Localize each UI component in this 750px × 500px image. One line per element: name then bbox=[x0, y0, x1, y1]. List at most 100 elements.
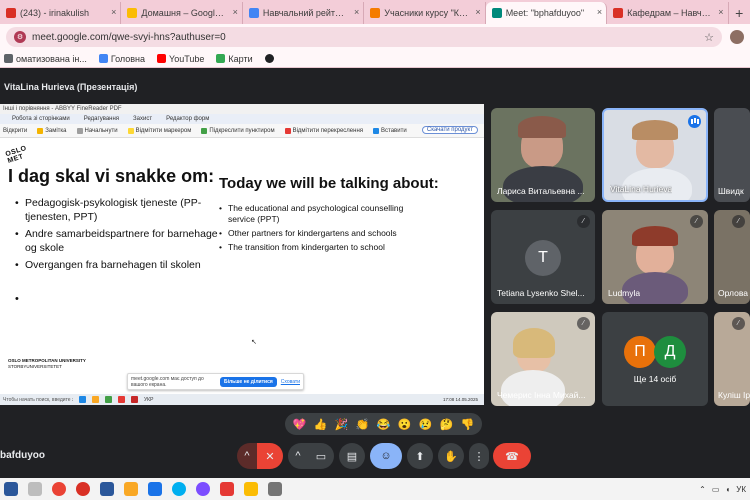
present-icon: ⬆ bbox=[415, 450, 425, 463]
thinking-reaction-icon[interactable]: 🤔 bbox=[437, 415, 456, 434]
address-bar[interactable]: ⚙ meet.google.com/qwe-svyi-hns?authuser=… bbox=[6, 27, 722, 47]
bookmark-automated[interactable]: оматизована ін... bbox=[4, 54, 87, 64]
toolbar-item: Підкреслити пунктиром bbox=[201, 127, 275, 134]
network-icon[interactable]: ▭ bbox=[712, 485, 720, 494]
bookmark-maps[interactable]: Карти bbox=[216, 53, 253, 64]
bookmark-star-icon[interactable]: ☆ bbox=[704, 31, 714, 44]
mic-toggle-button[interactable]: ✕ bbox=[257, 443, 283, 469]
viber-icon[interactable] bbox=[196, 482, 210, 496]
bookmark-icon bbox=[98, 54, 108, 63]
new-tab-button[interactable]: + bbox=[729, 2, 750, 24]
hide-notice-link[interactable]: Сховати bbox=[281, 379, 300, 385]
browser-tab-youtube[interactable]: (243) - irinakulish × bbox=[0, 2, 122, 24]
bookmark-home[interactable]: Головна bbox=[98, 54, 145, 64]
participant-tile[interactable]: ⁄ Чемерис Інна Михай... bbox=[491, 312, 595, 406]
participant-tile[interactable]: VitaLina Hurieva bbox=[602, 108, 708, 202]
close-tab-icon[interactable]: × bbox=[354, 7, 359, 17]
close-tab-icon[interactable]: × bbox=[233, 7, 238, 17]
camera-options-button[interactable]: ^ bbox=[288, 443, 308, 469]
file-explorer-icon[interactable] bbox=[124, 482, 138, 496]
chrome-icon bbox=[105, 396, 112, 403]
notes-icon[interactable] bbox=[244, 482, 258, 496]
stop-sharing-button[interactable]: Більше не ділитися bbox=[220, 376, 277, 387]
close-tab-icon[interactable]: × bbox=[718, 7, 723, 17]
raise-hand-button[interactable]: ✋ bbox=[438, 443, 464, 469]
input-language[interactable]: УК bbox=[736, 485, 746, 494]
more-participants-label: Ще 14 осіб bbox=[633, 374, 677, 384]
emoji-button[interactable]: ☺ bbox=[370, 443, 402, 469]
bookmark-github[interactable] bbox=[264, 54, 274, 63]
participant-tile[interactable]: Швидк bbox=[714, 108, 750, 202]
bookmark-label: YouTube bbox=[169, 53, 205, 64]
tab-label: Meet: "bphafduyoo" bbox=[505, 8, 585, 18]
calculator-icon[interactable] bbox=[268, 482, 282, 496]
mic-off-icon: ⁄ bbox=[690, 215, 703, 228]
emoji-icon: ☺ bbox=[380, 450, 392, 462]
mic-off-icon: ✕ bbox=[265, 450, 275, 463]
browser-tab-rating[interactable]: Навчальний рейтинг Кул × bbox=[243, 2, 365, 24]
browser-tab-meet[interactable]: Meet: "bphafduyoo" × bbox=[485, 2, 608, 24]
url-text[interactable]: meet.google.com/qwe-svyi-hns?authuser=0 bbox=[32, 32, 698, 43]
youtube-tab-icon bbox=[6, 8, 16, 18]
browser-tab-strip: (243) - irinakulish × Домашня – Google Д… bbox=[0, 0, 750, 24]
participant-tile[interactable]: ⁄ Ludmyla bbox=[602, 210, 708, 304]
participant-name: Швидк bbox=[718, 186, 744, 196]
tray-chevron-icon[interactable]: ⌃ bbox=[699, 485, 706, 494]
shared-menu-bar: Робота зі сторінками Редагування Захист … bbox=[0, 114, 484, 124]
meeting-code: bafduyoo bbox=[0, 450, 45, 461]
laugh-reaction-icon[interactable]: 😂 bbox=[374, 415, 393, 434]
participant-body bbox=[503, 166, 583, 202]
toolbar-item: Відмітити перекреслення bbox=[284, 127, 363, 134]
mail-icon[interactable] bbox=[148, 482, 162, 496]
present-screen-button[interactable]: ⬆ bbox=[407, 443, 433, 469]
leave-call-button[interactable]: ☎ bbox=[493, 443, 531, 469]
departments-tab-icon bbox=[613, 8, 624, 18]
bookmark-youtube[interactable]: YouTube bbox=[157, 54, 204, 64]
participant-tile[interactable]: ⁄ Орлова bbox=[714, 210, 750, 304]
participant-tile[interactable]: Лариса Витальевна ... bbox=[491, 108, 595, 202]
shared-window-title: Інші і порівняння - ABBYY FineReader PDF bbox=[0, 104, 484, 114]
university-name-norwegian: STORBYUNIVERSITETET bbox=[8, 364, 62, 369]
bookmark-label: Карти bbox=[228, 53, 253, 64]
windows-start-icon[interactable] bbox=[4, 482, 18, 496]
toolbar-item: Відкрити bbox=[3, 127, 28, 134]
clap-reaction-icon[interactable]: 👏 bbox=[353, 415, 372, 434]
chrome-icon[interactable] bbox=[52, 482, 66, 496]
participant-name: VitaLina Hurieva bbox=[610, 184, 673, 194]
close-tab-icon[interactable]: × bbox=[111, 7, 116, 17]
end-call-icon: ☎ bbox=[505, 450, 519, 463]
participant-avatar: T bbox=[525, 240, 561, 276]
windows-taskbar: ⌃ ▭ ◖ УК bbox=[0, 478, 750, 500]
shared-toolbar: Відкрити Замітка Начальнути Відмітити ма… bbox=[0, 124, 484, 138]
pdf-reader-icon[interactable] bbox=[220, 482, 234, 496]
site-info-icon[interactable]: ⚙ bbox=[14, 31, 26, 43]
participant-name: Tetiana Lysenko Shel... bbox=[497, 288, 585, 298]
participants-overflow-tile[interactable]: П Д Ще 14 осіб bbox=[602, 312, 708, 406]
browser-tab-course-participants[interactable]: Учасники курсу "Кафедра × bbox=[364, 2, 486, 24]
captions-button[interactable]: ▤ bbox=[339, 443, 365, 469]
oslomet-logo: OSLO MET bbox=[4, 144, 28, 165]
sad-reaction-icon[interactable]: 😢 bbox=[416, 415, 435, 434]
profile-avatar-icon[interactable] bbox=[730, 30, 744, 44]
volume-icon[interactable]: ◖ bbox=[725, 485, 730, 494]
heart-reaction-icon[interactable]: 💖 bbox=[290, 415, 309, 434]
camera-toggle-button[interactable]: ▭ bbox=[308, 443, 334, 469]
mic-off-icon: ⁄ bbox=[732, 215, 745, 228]
participant-tile[interactable]: ⁄ Куліш Ір bbox=[714, 312, 750, 406]
browser-tab-departments[interactable]: Кафедрам – Навчально-м × bbox=[607, 2, 729, 24]
skype-icon[interactable] bbox=[172, 482, 186, 496]
mic-options-button[interactable]: ^ bbox=[237, 443, 257, 469]
browser-tab-google-drive[interactable]: Домашня – Google Диск × bbox=[121, 2, 243, 24]
word-icon[interactable] bbox=[100, 482, 114, 496]
party-reaction-icon[interactable]: 🎉 bbox=[332, 415, 351, 434]
chrome-profile-icon[interactable] bbox=[76, 482, 90, 496]
more-options-button[interactable]: ⋮ bbox=[469, 443, 489, 469]
task-view-icon[interactable] bbox=[28, 482, 42, 496]
close-tab-icon[interactable]: × bbox=[597, 7, 602, 17]
thumbs-down-reaction-icon[interactable]: 👎 bbox=[458, 415, 477, 434]
surprised-reaction-icon[interactable]: 😮 bbox=[395, 415, 414, 434]
thumbs-up-reaction-icon[interactable]: 👍 bbox=[311, 415, 330, 434]
opera-icon bbox=[118, 396, 125, 403]
participant-tile[interactable]: T ⁄ Tetiana Lysenko Shel... bbox=[491, 210, 595, 304]
close-tab-icon[interactable]: × bbox=[475, 7, 480, 17]
